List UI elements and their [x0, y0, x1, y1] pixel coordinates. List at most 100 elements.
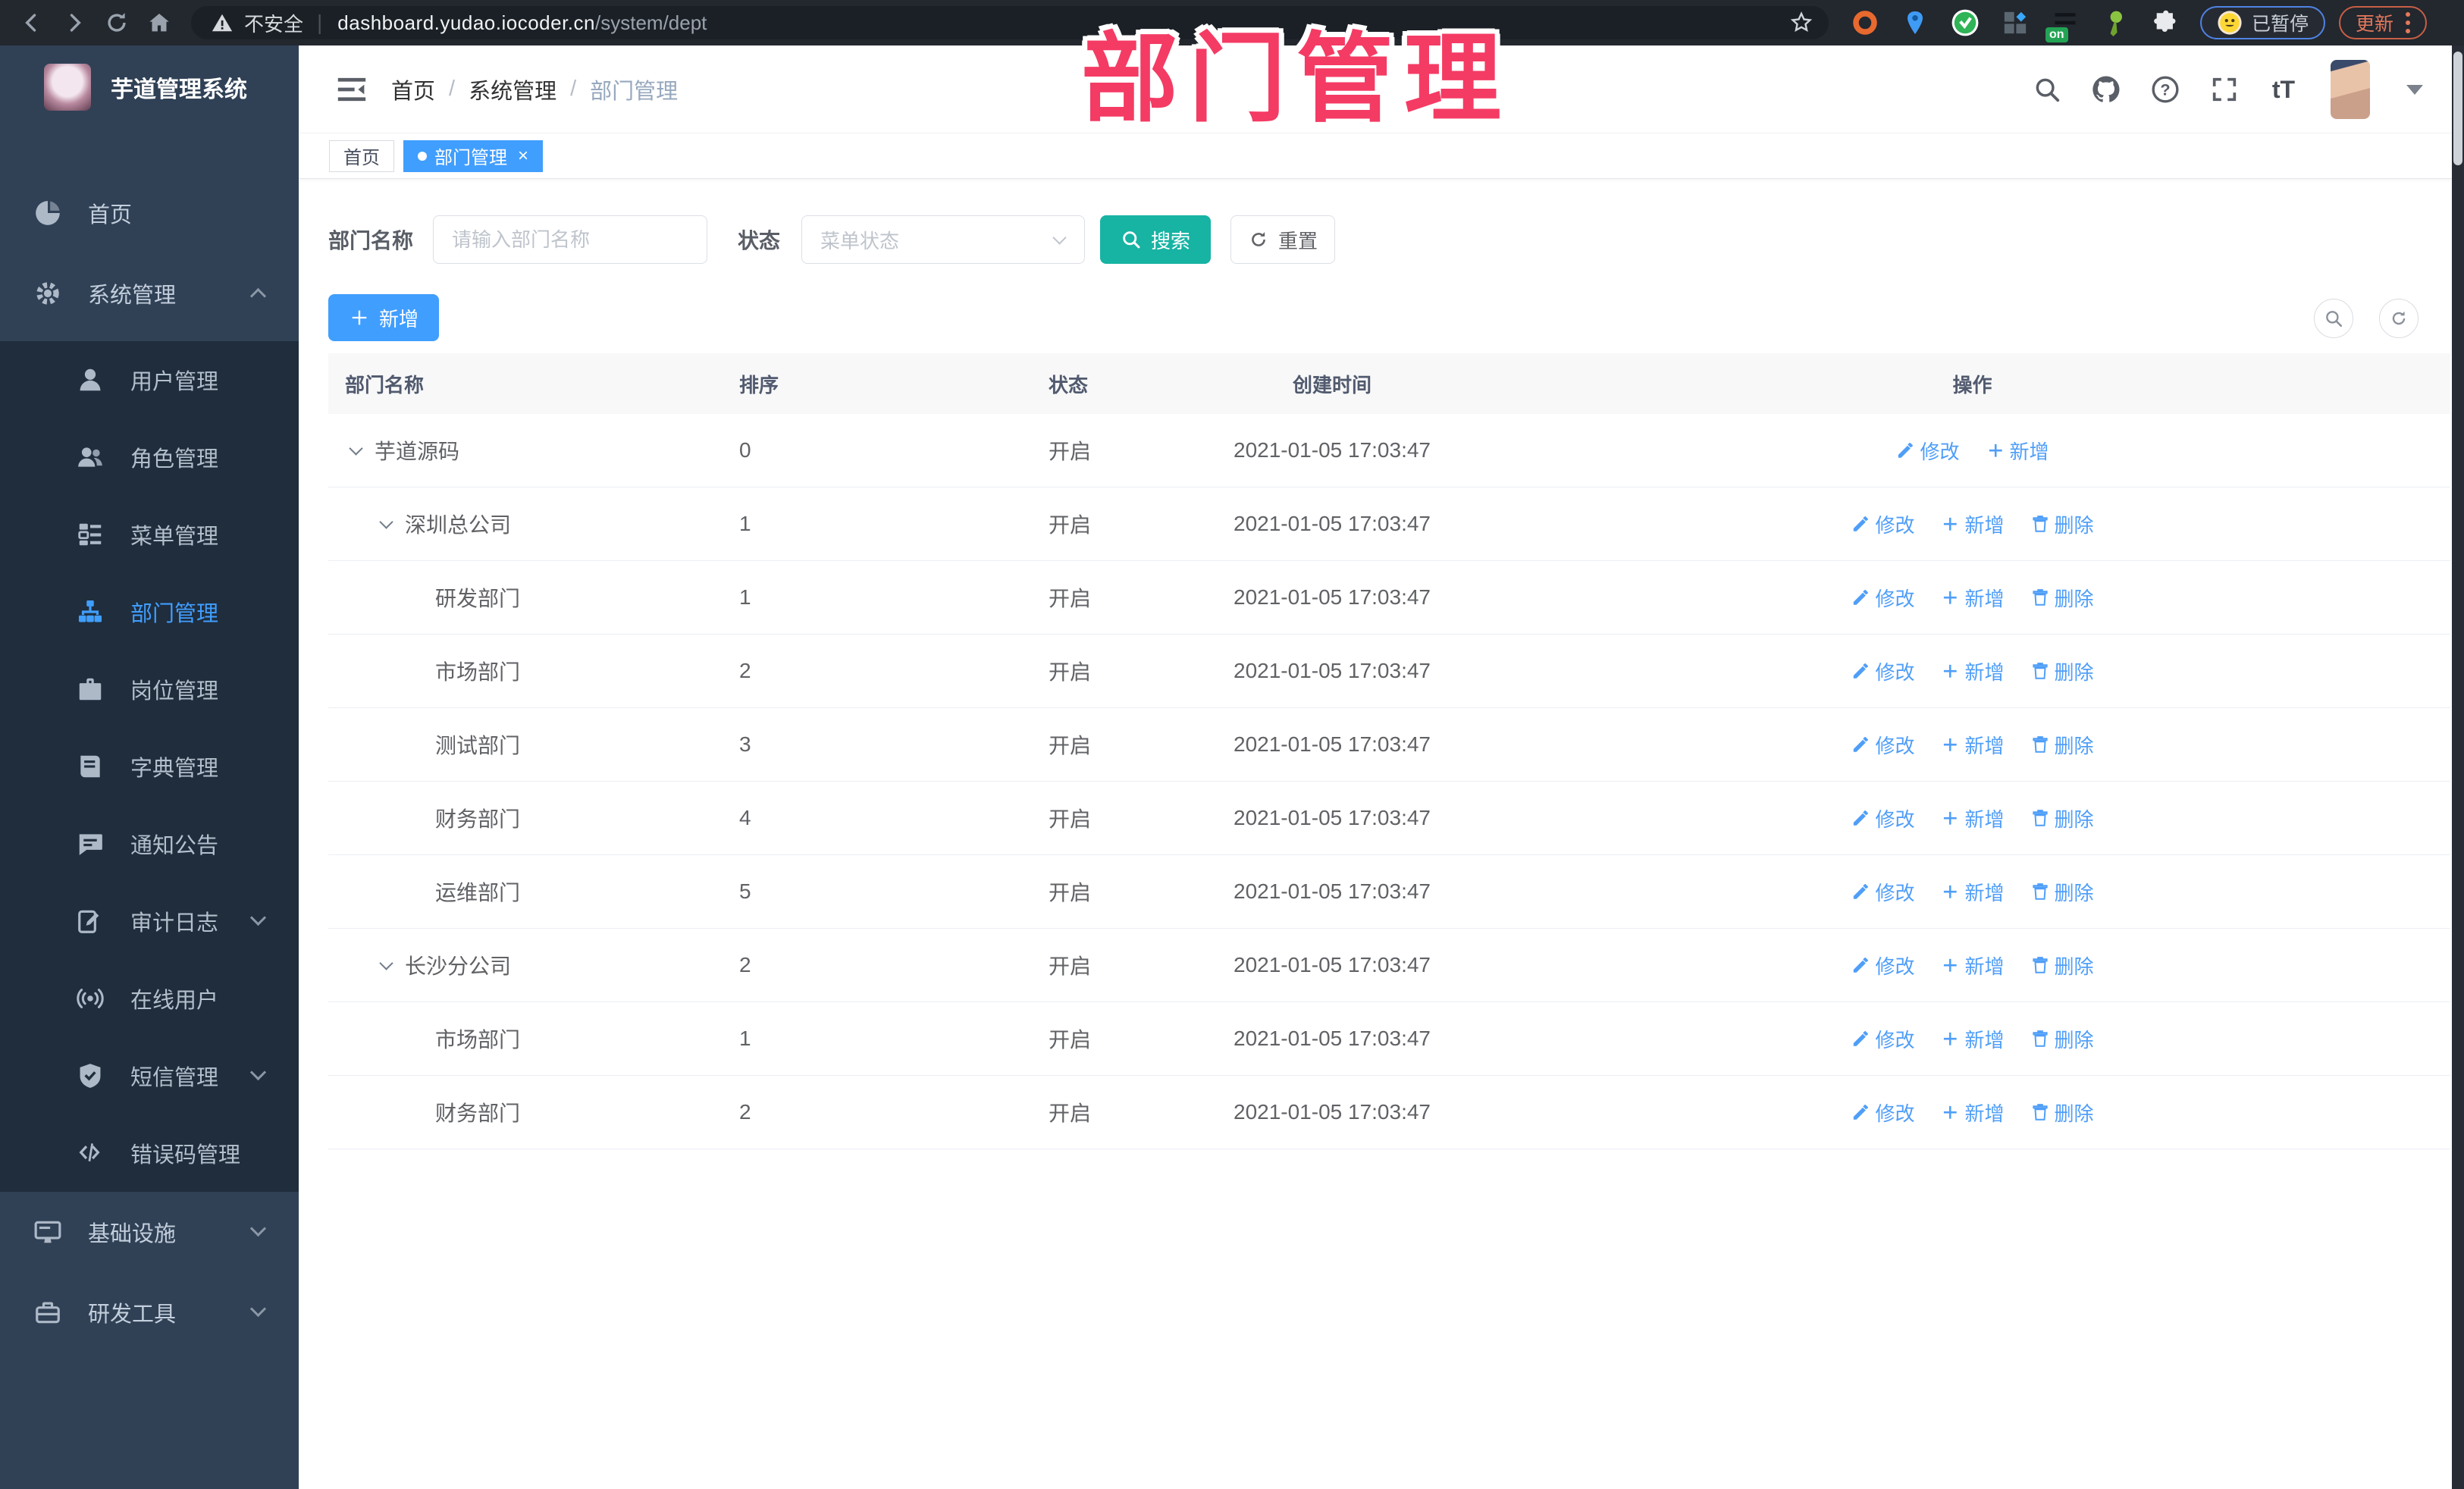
app-logo-row[interactable]: 芋道管理系统: [0, 45, 299, 129]
forward-icon[interactable]: [53, 6, 96, 39]
breadcrumb-item[interactable]: 系统管理: [469, 74, 556, 105]
collapse-sidebar-icon[interactable]: [335, 74, 368, 105]
edit-row-action[interactable]: 修改: [1895, 437, 1960, 465]
add-row-action[interactable]: 新增: [1940, 951, 2005, 980]
add-row-action[interactable]: 新增: [1940, 1025, 2005, 1053]
github-icon[interactable]: [2089, 73, 2123, 106]
extension-pin-icon[interactable]: [1900, 8, 1930, 38]
close-tag-icon[interactable]: ×: [518, 146, 528, 165]
bookmark-star-icon[interactable]: [1789, 11, 1814, 35]
font-size-icon[interactable]: tT: [2267, 73, 2300, 106]
sidebar-item-gear[interactable]: 系统管理: [0, 253, 299, 334]
delete-row-action[interactable]: 删除: [2030, 804, 2094, 832]
edit-row-action[interactable]: 修改: [1851, 584, 1914, 612]
url-path: /system/dept: [595, 11, 707, 34]
status-select[interactable]: 菜单状态: [801, 215, 1086, 264]
sidebar-item-dept[interactable]: 部门管理: [0, 573, 299, 650]
cell-status: 开启: [1049, 1028, 1092, 1052]
cell-actions: 修改 新增: [1494, 437, 2450, 465]
expand-row-icon[interactable]: [349, 440, 363, 456]
profile-paused-badge[interactable]: 已暂停: [2200, 6, 2326, 39]
header-search-icon[interactable]: [2030, 73, 2064, 106]
chrome-update-button[interactable]: 更新: [2339, 6, 2428, 39]
edit-row-action[interactable]: 修改: [1851, 1099, 1914, 1127]
breadcrumb-item[interactable]: 首页: [391, 74, 435, 105]
extension-v-icon[interactable]: [1950, 8, 1980, 38]
sidebar-item-dashboard[interactable]: 首页: [0, 173, 299, 253]
toggle-search-button[interactable]: [2314, 299, 2353, 338]
edit-row-action[interactable]: 修改: [1851, 731, 1914, 759]
expand-row-icon[interactable]: [379, 514, 393, 529]
sidebar-item-menu[interactable]: 菜单管理: [0, 496, 299, 573]
sidebar-item-log[interactable]: 审计日志: [0, 882, 299, 960]
sidebar-item-online[interactable]: 在线用户: [0, 960, 299, 1037]
sidebar-item-code[interactable]: 错误码管理: [0, 1114, 299, 1192]
add-button[interactable]: 新增: [328, 294, 439, 341]
delete-row-action[interactable]: 删除: [2030, 657, 2094, 685]
table-row: 市场部门 1 开启 2021-01-05 17:03:47 修改 新增 删除: [328, 1002, 2450, 1076]
sidebar-item-users[interactable]: 角色管理: [0, 418, 299, 496]
cell-status: 开启: [1049, 440, 1092, 463]
add-row-action[interactable]: 新增: [1940, 804, 2005, 832]
add-row-action[interactable]: 新增: [1940, 657, 2005, 685]
edit-row-action[interactable]: 修改: [1851, 878, 1914, 906]
url-host[interactable]: dashboard.yudao.iocoder.cn: [337, 11, 595, 35]
reset-button[interactable]: 重置: [1230, 215, 1336, 264]
home-icon[interactable]: [138, 6, 180, 39]
edit-row-action[interactable]: 修改: [1851, 510, 1914, 538]
extension-squares-icon[interactable]: [2000, 8, 2030, 38]
refresh-table-button[interactable]: [2379, 299, 2419, 338]
user-avatar[interactable]: [2331, 60, 2370, 119]
search-button[interactable]: 搜索: [1100, 215, 1212, 264]
delete-row-action[interactable]: 删除: [2030, 510, 2094, 538]
sidebar-item-sms[interactable]: 短信管理: [0, 1037, 299, 1114]
add-row-action[interactable]: 新增: [1940, 510, 2005, 538]
delete-row-action[interactable]: 删除: [2030, 731, 2094, 759]
edit-row-action[interactable]: 修改: [1851, 951, 1914, 980]
delete-row-action[interactable]: 删除: [2030, 951, 2094, 980]
delete-row-action[interactable]: 删除: [2030, 878, 2094, 906]
edit-row-action[interactable]: 修改: [1851, 804, 1914, 832]
infra-icon: [33, 1218, 62, 1246]
dept-name-input[interactable]: [433, 215, 708, 264]
add-row-action[interactable]: 新增: [1940, 731, 2005, 759]
delete-icon: [2030, 808, 2050, 828]
delete-row-action[interactable]: 删除: [2030, 1099, 2094, 1127]
delete-icon: [2030, 1102, 2050, 1122]
add-row-action[interactable]: 新增: [1940, 584, 2005, 612]
extensions-puzzle-icon[interactable]: [2150, 8, 2180, 38]
browser-menu-icon[interactable]: [2406, 12, 2411, 33]
sidebar-item-user[interactable]: 用户管理: [0, 341, 299, 418]
help-icon[interactable]: ?: [2149, 73, 2182, 106]
add-row-action[interactable]: 新增: [1940, 1099, 2005, 1127]
back-icon[interactable]: [11, 6, 53, 39]
reload-icon[interactable]: [96, 6, 138, 39]
extension-ubuntu-icon[interactable]: [1850, 8, 1880, 38]
security-label[interactable]: 不安全: [244, 9, 303, 37]
delete-row-action[interactable]: 删除: [2030, 584, 2094, 612]
edit-row-action[interactable]: 修改: [1851, 657, 1914, 685]
fullscreen-icon[interactable]: [2208, 73, 2241, 106]
cell-created-time: 2021-01-05 17:03:47: [1234, 1100, 1431, 1124]
sidebar-item-tools[interactable]: 研发工具: [0, 1272, 299, 1353]
avatar-caret-icon[interactable]: [2406, 84, 2423, 95]
scrollbar-thumb[interactable]: [2453, 52, 2462, 165]
window-scrollbar[interactable]: [2452, 45, 2464, 1489]
sidebar-item-notice[interactable]: 通知公告: [0, 805, 299, 882]
sidebar-item-post[interactable]: 岗位管理: [0, 650, 299, 728]
extension-key-icon[interactable]: [2100, 8, 2130, 38]
add-row-action[interactable]: 新增: [1940, 878, 2005, 906]
delete-row-action[interactable]: 删除: [2030, 1025, 2094, 1053]
address-bar[interactable]: 不安全 | dashboard.yudao.iocoder.cn/system/…: [191, 6, 1829, 39]
extension-tabs-on-icon[interactable]: on: [2045, 8, 2080, 42]
sidebar-item-infra[interactable]: 基础设施: [0, 1192, 299, 1272]
tag-active[interactable]: 部门管理 ×: [403, 139, 544, 172]
add-row-action[interactable]: 新增: [1986, 437, 2049, 465]
add-icon: [1940, 1029, 1960, 1049]
edit-row-action[interactable]: 修改: [1851, 1025, 1914, 1053]
sidebar-item-dict[interactable]: 字典管理: [0, 728, 299, 805]
expand-row-icon[interactable]: [379, 955, 393, 970]
overlay-page-title: 部门管理: [1081, 25, 1513, 133]
cell-sort: 2: [739, 1100, 751, 1124]
tag-item[interactable]: 首页: [329, 139, 394, 172]
